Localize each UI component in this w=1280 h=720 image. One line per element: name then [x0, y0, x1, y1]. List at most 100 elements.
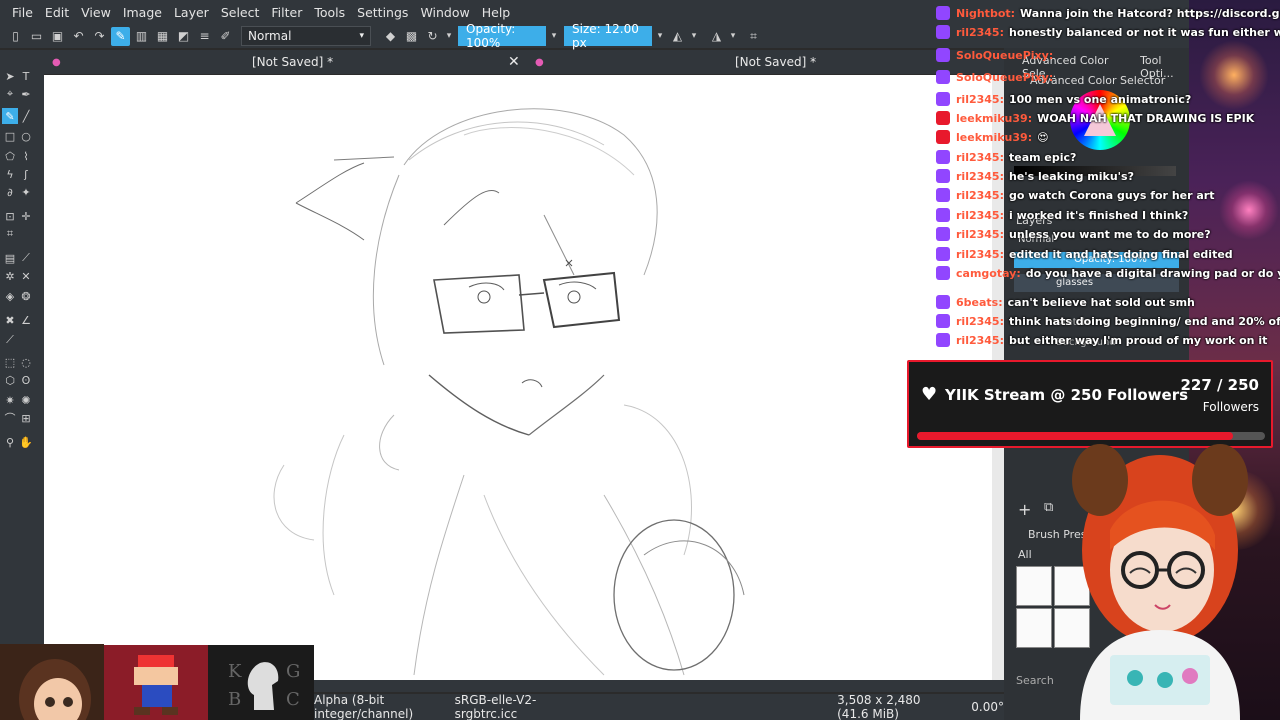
menu-help[interactable]: Help: [476, 5, 517, 20]
colorize-mask-icon[interactable]: ✲: [2, 268, 18, 284]
menu-view[interactable]: View: [75, 5, 117, 20]
chat-badge-icon: [936, 150, 950, 164]
rectangle-tool-icon[interactable]: □: [2, 128, 18, 144]
new-document-icon[interactable]: ▯: [6, 27, 25, 46]
eraser-icon[interactable]: ◆: [381, 27, 400, 46]
assistant-tool-icon[interactable]: ✖: [2, 312, 18, 328]
mirror-horizontal-icon[interactable]: ◭: [668, 27, 687, 46]
crop-tool-icon[interactable]: ⌗: [2, 226, 18, 242]
vtuber-figure: [1072, 444, 1248, 720]
chevron-down-icon[interactable]: ▾: [654, 27, 666, 46]
add-layer-icon[interactable]: +: [1018, 500, 1031, 519]
freehand-select-icon[interactable]: ʘ: [18, 372, 34, 388]
ellipse-tool-icon[interactable]: ○: [18, 128, 34, 144]
chat-username: ril2345:: [956, 188, 1004, 202]
chat-text: can't believe hat sold out smh: [1007, 295, 1195, 309]
follower-goal-widget: ♥ YIIK Stream @ 250 Followers 227 / 250 …: [907, 360, 1273, 448]
heart-icon: ♥: [921, 384, 938, 405]
chat-username: SoloQueuePixy:: [956, 48, 1054, 62]
color-profile-label: sRGB-elle-V2-srgbtrc.icc: [454, 693, 537, 720]
line-tool-icon[interactable]: ╱: [18, 108, 34, 124]
close-icon[interactable]: ✕: [508, 50, 520, 74]
ellipse-select-icon[interactable]: ◌: [18, 354, 34, 370]
chat-badge-icon: [936, 208, 950, 222]
mirror-vertical-icon[interactable]: ◮: [707, 27, 726, 46]
horizontal-scrollbar[interactable]: [314, 680, 1004, 692]
chevron-down-icon[interactable]: ▾: [728, 27, 738, 46]
wrap-around-icon[interactable]: ⌗: [744, 27, 763, 46]
open-folder-icon[interactable]: ▭: [27, 27, 46, 46]
bezier-tool-icon[interactable]: ϟ: [2, 166, 18, 182]
multibrush-icon[interactable]: ✦: [18, 184, 34, 200]
bezier-select-icon[interactable]: ⌒: [2, 410, 18, 426]
pattern-icon[interactable]: ▦: [153, 27, 172, 46]
chat-text: 100 men vs one animatronic?: [1008, 92, 1192, 106]
contiguous-select-icon[interactable]: ✷: [2, 392, 18, 408]
svg-text:G: G: [286, 661, 300, 682]
pan-tool-icon[interactable]: ✋: [18, 434, 34, 450]
text-tool-icon[interactable]: T: [18, 68, 34, 84]
chat-username: ril2345:: [956, 92, 1004, 106]
menu-filter[interactable]: Filter: [265, 5, 308, 20]
tab-document-1[interactable]: [Not Saved] *: [252, 50, 333, 74]
goal-count: 227 / 250: [1180, 376, 1259, 394]
save-icon[interactable]: ▣: [48, 27, 67, 46]
menu-edit[interactable]: Edit: [39, 5, 75, 20]
calligraphy-icon[interactable]: ✒: [18, 86, 34, 102]
brush-filter-select[interactable]: All: [1018, 548, 1032, 561]
polygon-tool-icon[interactable]: ⬠: [2, 148, 18, 164]
brush-preset-icon[interactable]: ✐: [216, 27, 235, 46]
opacity-slider[interactable]: Opacity: 100%: [458, 22, 546, 50]
size-slider[interactable]: Size: 12.00 px: [564, 22, 652, 50]
freehand-path-icon[interactable]: ʃ: [18, 166, 34, 182]
polyline-tool-icon[interactable]: ⌇: [18, 148, 34, 164]
menu-window[interactable]: Window: [414, 5, 475, 20]
undo-icon[interactable]: ↶: [69, 27, 88, 46]
chat-message: ril2345: edited it and hats doing final …: [936, 245, 1233, 263]
gradient-tool-icon[interactable]: ▤: [2, 250, 18, 266]
brush-settings-icon[interactable]: ≡: [195, 27, 214, 46]
menu-layer[interactable]: Layer: [168, 5, 215, 20]
color-swap-icon[interactable]: ◩: [174, 27, 193, 46]
blend-mode-select[interactable]: Normal ▾: [241, 26, 371, 46]
freehand-brush-icon[interactable]: ✎: [2, 108, 18, 124]
rotation-value[interactable]: 0.00°: [971, 700, 1004, 714]
tab-document-2[interactable]: [Not Saved] *: [735, 50, 816, 74]
chevron-down-icon[interactable]: ▾: [444, 27, 454, 46]
preserve-alpha-icon[interactable]: ▩: [402, 27, 421, 46]
move-tool-icon[interactable]: ✛: [18, 208, 34, 224]
chat-badge-icon: [936, 188, 950, 202]
chat-text: honestly balanced or not it was fun eith…: [1008, 25, 1280, 39]
chevron-down-icon[interactable]: ▾: [689, 27, 699, 46]
reload-preset-icon[interactable]: ↻: [423, 27, 442, 46]
size-value: Size: 12.00 px: [572, 22, 639, 50]
transform-tool-icon[interactable]: ⊡: [2, 208, 18, 224]
edit-shapes-icon[interactable]: ⌖: [2, 86, 18, 102]
menu-settings[interactable]: Settings: [351, 5, 414, 20]
select-shapes-icon[interactable]: ➤: [2, 68, 18, 84]
chat-badge-icon: [936, 111, 950, 125]
drawing-canvas[interactable]: [44, 75, 1004, 680]
dynamic-brush-icon[interactable]: ∂: [2, 184, 18, 200]
brush-tool-icon[interactable]: ✎: [111, 26, 130, 46]
rect-select-icon[interactable]: ⬚: [2, 354, 18, 370]
chevron-down-icon[interactable]: ▾: [548, 27, 560, 46]
fill-tool-icon[interactable]: ◈: [2, 288, 18, 304]
menu-tools[interactable]: Tools: [308, 5, 351, 20]
menu-file[interactable]: File: [6, 5, 39, 20]
color-picker-icon[interactable]: ⟋: [18, 250, 34, 266]
chat-message: ril2345: honestly balanced or not it was…: [936, 23, 1280, 41]
menu-select[interactable]: Select: [215, 5, 266, 20]
similar-select-icon[interactable]: ✺: [18, 392, 34, 408]
menu-image[interactable]: Image: [117, 5, 168, 20]
reference-tool-icon[interactable]: ⟋: [2, 332, 18, 348]
smart-patch-icon[interactable]: ✕: [18, 268, 34, 284]
gradient-icon[interactable]: ▥: [132, 27, 151, 46]
magnetic-select-icon[interactable]: ⊞: [18, 410, 34, 426]
polygon-select-icon[interactable]: ⬡: [2, 372, 18, 388]
redo-icon[interactable]: ↷: [90, 27, 109, 46]
chat-username: leekmiku39:: [956, 130, 1033, 144]
zoom-tool-icon[interactable]: ⚲: [2, 434, 18, 450]
measure-tool-icon[interactable]: ∠: [18, 312, 34, 328]
enclose-fill-icon[interactable]: ❂: [18, 288, 34, 304]
